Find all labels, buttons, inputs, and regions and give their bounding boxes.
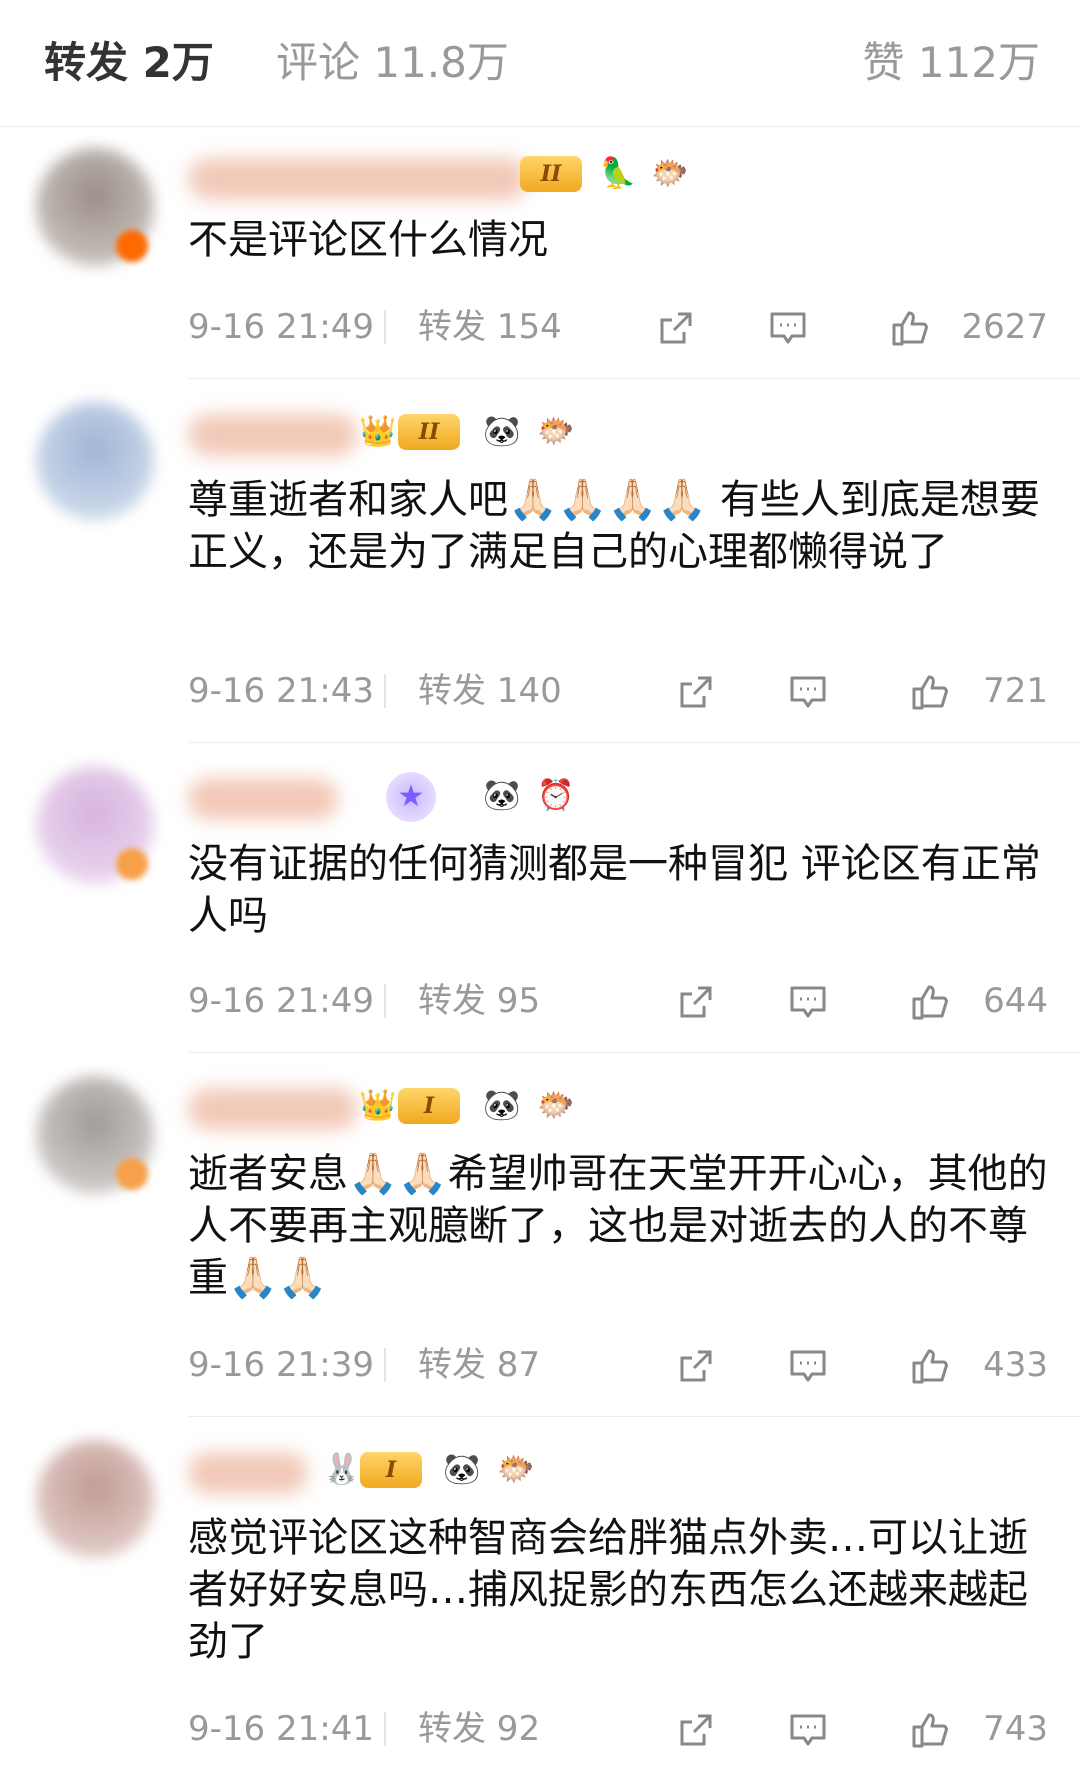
username[interactable]	[188, 1088, 358, 1130]
divider	[384, 674, 386, 708]
share-icon[interactable]	[656, 308, 696, 348]
panda-icon: 🐼	[443, 1452, 481, 1487]
thumbs-up-icon[interactable]	[910, 1710, 950, 1750]
username[interactable]	[188, 414, 358, 456]
panda-icon: 🐼	[483, 778, 521, 813]
comment-meta: 9-16 21:49 转发 95 644	[188, 976, 1048, 1026]
comment-item: 👑 II 🐼 🐡 尊重逝者和家人吧🙏🏻🙏🏻🙏🏻🙏🏻 有些人到底是想要正义，还是为…	[0, 380, 1080, 744]
member-level-badge: I	[398, 1088, 460, 1124]
comment-text: 不是评论区什么情况	[188, 217, 548, 263]
repost-count[interactable]: 转发 87	[418, 1340, 540, 1390]
tab-comments[interactable]: 评论 11.8万	[276, 38, 509, 88]
divider	[384, 984, 386, 1018]
username[interactable]	[188, 158, 528, 200]
comment-time: 9-16 21:41	[188, 1709, 374, 1749]
panda-icon: 🐼	[483, 1088, 521, 1123]
avatar[interactable]	[36, 1440, 154, 1558]
comment-item: II 🦜 🐡 不是评论区什么情况 9-16 21:49 转发 154 2627	[0, 126, 1080, 380]
thumbs-up-icon[interactable]	[910, 1346, 950, 1386]
tab-repost[interactable]: 转发 2万	[44, 38, 214, 88]
like-count: 721	[983, 671, 1048, 711]
pufferfish-icon: 🐡	[537, 1088, 575, 1123]
divider	[384, 1348, 386, 1382]
verified-badge-icon	[116, 1158, 148, 1190]
divider	[384, 1712, 386, 1746]
like-count: 644	[983, 981, 1048, 1021]
like-count: 433	[983, 1345, 1048, 1385]
panda-icon: 🐼	[483, 414, 521, 449]
parrot-icon: 🦜	[599, 156, 637, 191]
comment-time: 9-16 21:49	[188, 981, 374, 1021]
comment-icon[interactable]	[788, 982, 828, 1022]
comment-icon[interactable]	[788, 672, 828, 712]
crown-icon: 👑	[359, 1088, 397, 1123]
crown-icon: 👑	[359, 414, 397, 449]
comment-time: 9-16 21:49	[188, 307, 374, 347]
comment-icon[interactable]	[788, 1710, 828, 1750]
divider	[188, 742, 1080, 743]
verified-badge-icon	[116, 230, 148, 262]
repost-count[interactable]: 转发 154	[418, 302, 562, 352]
repost-count[interactable]: 转发 95	[418, 976, 540, 1026]
pufferfish-icon: 🐡	[497, 1452, 535, 1487]
member-level-badge: II	[398, 414, 460, 450]
divider	[188, 378, 1080, 379]
like-count: 743	[983, 1709, 1048, 1749]
comment-icon[interactable]	[768, 308, 808, 348]
share-icon[interactable]	[676, 1346, 716, 1386]
divider	[384, 310, 386, 344]
pufferfish-icon: 🐡	[537, 414, 575, 449]
comment-item: 🐰 I 🐼 🐡 感觉评论区这种智商会给胖猫点外卖…可以让逝者好好安息吗…捕风捉影…	[0, 1418, 1080, 1791]
share-icon[interactable]	[676, 982, 716, 1022]
tab-bar: 转发 2万 评论 11.8万 赞 112万	[0, 0, 1080, 127]
avatar[interactable]	[36, 402, 154, 520]
comment-meta: 9-16 21:43 转发 140 721	[188, 666, 1048, 716]
username[interactable]	[188, 1452, 308, 1494]
comment-meta: 9-16 21:39 转发 87 433	[188, 1340, 1048, 1390]
comment-meta: 9-16 21:41 转发 92 743	[188, 1704, 1048, 1754]
comment-item: 👑 I 🐼 🐡 逝者安息🙏🏻🙏🏻希望帅哥在天堂开开心心，其他的人不要再主观臆断了…	[0, 1054, 1080, 1418]
comment-text: 没有证据的任何猜测都是一种冒犯 评论区有正常人吗	[188, 841, 1041, 939]
username[interactable]	[188, 778, 338, 820]
divider	[188, 1416, 1080, 1417]
thumbs-up-icon[interactable]	[910, 982, 950, 1022]
comment-item: ★ 🐼 ⏰ 没有证据的任何猜测都是一种冒犯 评论区有正常人吗 9-16 21:4…	[0, 744, 1080, 1054]
comment-meta: 9-16 21:49 转发 154 2627	[188, 302, 1048, 352]
rabbit-icon: 🐰	[323, 1452, 361, 1487]
member-level-badge: I	[360, 1452, 422, 1488]
member-level-badge: II	[520, 156, 582, 192]
comment-text: 尊重逝者和家人吧🙏🏻🙏🏻🙏🏻🙏🏻 有些人到底是想要正义，还是为了满足自己的心理都…	[188, 477, 1040, 575]
star-badge-icon: ★	[386, 772, 436, 822]
pufferfish-icon: 🐡	[651, 156, 689, 191]
repost-count[interactable]: 转发 140	[418, 666, 562, 716]
divider	[188, 1052, 1080, 1053]
share-icon[interactable]	[676, 672, 716, 712]
tab-likes[interactable]: 赞 112万	[862, 38, 1040, 88]
thumbs-up-icon[interactable]	[910, 672, 950, 712]
comment-time: 9-16 21:43	[188, 671, 374, 711]
thumbs-up-icon[interactable]	[890, 308, 930, 348]
repost-count[interactable]: 转发 92	[418, 1704, 540, 1754]
comment-text: 感觉评论区这种智商会给胖猫点外卖…可以让逝者好好安息吗…捕风捉影的东西怎么还越来…	[188, 1515, 1028, 1665]
verified-badge-icon	[116, 848, 148, 880]
like-count: 2627	[961, 307, 1048, 347]
comment-icon[interactable]	[788, 1346, 828, 1386]
comment-time: 9-16 21:39	[188, 1345, 374, 1385]
comment-text: 逝者安息🙏🏻🙏🏻希望帅哥在天堂开开心心，其他的人不要再主观臆断了，这也是对逝去的…	[188, 1151, 1048, 1301]
share-icon[interactable]	[676, 1710, 716, 1750]
clock-icon: ⏰	[537, 778, 575, 813]
